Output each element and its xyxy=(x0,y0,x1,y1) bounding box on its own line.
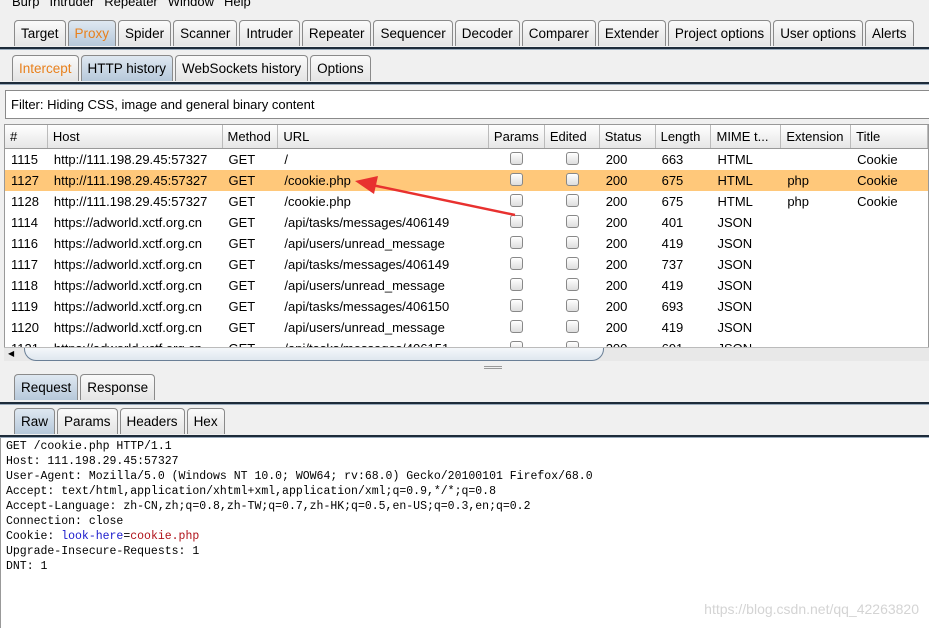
red-arrow-annotation xyxy=(355,176,516,217)
watermark: https://blog.csdn.net/qq_42263820 xyxy=(704,601,919,617)
arrow-shaft xyxy=(371,183,516,217)
arrow-head xyxy=(355,176,378,194)
